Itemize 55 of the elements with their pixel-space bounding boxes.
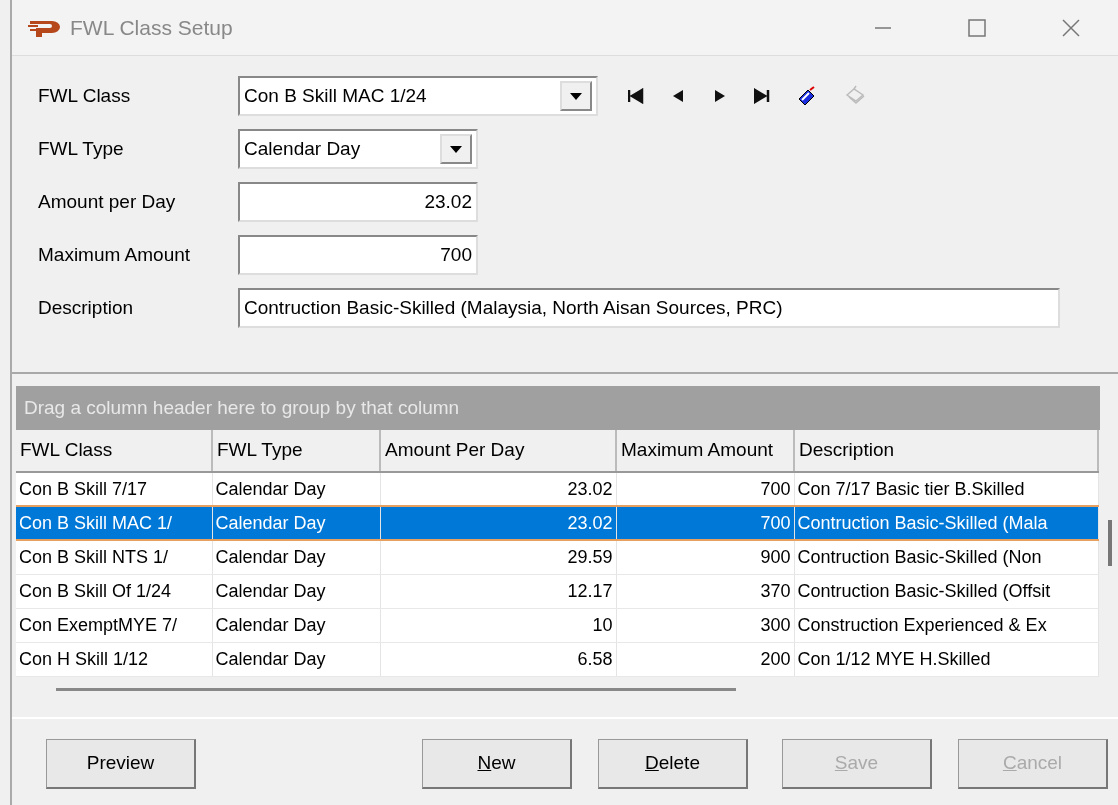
- table-cell: Con B Skill MAC 1/: [16, 506, 212, 540]
- column-header[interactable]: Maximum Amount: [616, 430, 794, 472]
- column-header[interactable]: FWL Type: [212, 430, 380, 472]
- window-title: FWL Class Setup: [70, 14, 233, 41]
- caret-icon: [570, 92, 582, 100]
- group-by-hint: Drag a column header here to group by that column: [16, 386, 1100, 430]
- first-record-icon[interactable]: [628, 88, 644, 104]
- table-cell: Calendar Day: [212, 540, 380, 574]
- dropdown-field[interactable]: Con B Skill MAC 1/24: [238, 76, 598, 116]
- dialog-button: Save: [782, 738, 932, 789]
- last-record-icon[interactable]: [754, 88, 770, 104]
- field-label: Amount per Day: [38, 189, 177, 214]
- table-cell: 370: [616, 574, 794, 608]
- table-cell: Con 1/12 MYE H.Skilled: [794, 642, 1098, 676]
- column-header[interactable]: Amount Per Day: [380, 430, 616, 472]
- column-header[interactable]: FWL Class: [16, 430, 212, 472]
- dialog-button[interactable]: Preview: [46, 738, 196, 789]
- table-cell: Contruction Basic-Skilled (Mala: [794, 506, 1098, 540]
- field-label: FWL Class: [38, 83, 132, 108]
- dialog-button: Cancel: [958, 738, 1108, 789]
- table-cell: 10: [380, 608, 616, 642]
- dropdown-button[interactable]: [560, 81, 592, 111]
- scrollbar-thumb[interactable]: [56, 688, 736, 691]
- table-cell: Con B Skill Of 1/24: [16, 574, 212, 608]
- table-cell: 200: [616, 642, 794, 676]
- table-cell: Con B Skill NTS 1/: [16, 540, 212, 574]
- table-cell: 300: [616, 608, 794, 642]
- input-field[interactable]: 700: [238, 235, 478, 275]
- table-cell: 6.58: [380, 642, 616, 676]
- input-field[interactable]: Contruction Basic-Skilled (Malaysia, North Aisan Sources, PRC): [238, 288, 1060, 328]
- table-cell: Con ExemptMYE 7/: [16, 608, 212, 642]
- field-label: FWL Type: [38, 136, 125, 161]
- table-cell: 23.02: [380, 506, 616, 540]
- dialog-button[interactable]: New: [422, 738, 572, 789]
- dropdown-field[interactable]: Calendar Day: [238, 129, 478, 169]
- table-cell: Construction Experienced & Ex: [794, 608, 1098, 642]
- field-label: Description: [38, 295, 135, 320]
- table-cell: Calendar Day: [212, 506, 380, 540]
- table-cell: Calendar Day: [212, 608, 380, 642]
- table-cell: 29.59: [380, 540, 616, 574]
- column-header[interactable]: Description: [794, 430, 1098, 472]
- table-cell: Calendar Day: [212, 642, 380, 676]
- table-cell: Contruction Basic-Skilled (Offsit: [794, 574, 1098, 608]
- input-field[interactable]: 23.02: [238, 182, 478, 222]
- field-label: Maximum Amount: [38, 242, 192, 267]
- table-cell: 700: [616, 506, 794, 540]
- scrollbar-thumb[interactable]: [1108, 520, 1112, 566]
- table-cell: Contruction Basic-Skilled (Non: [794, 540, 1098, 574]
- table-cell: 12.17: [380, 574, 616, 608]
- caret-icon: [450, 145, 462, 153]
- table-cell: Con H Skill 1/12: [16, 642, 212, 676]
- dialog-button[interactable]: Delete: [598, 738, 748, 789]
- table-cell: Calendar Day: [212, 574, 380, 608]
- table-cell: 900: [616, 540, 794, 574]
- dropdown-button[interactable]: [440, 134, 472, 164]
